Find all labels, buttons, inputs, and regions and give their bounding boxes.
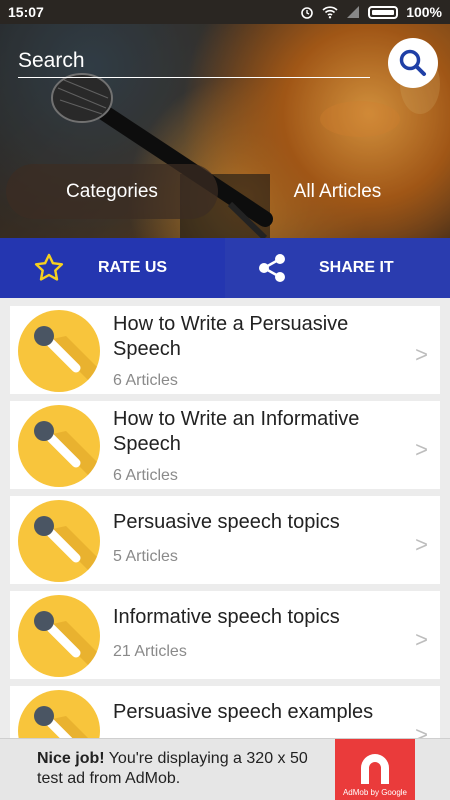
share-it-button[interactable]: SHARE IT [225, 238, 450, 298]
item-count: 6 Articles [113, 467, 178, 484]
share-it-label: SHARE IT [319, 259, 394, 276]
chevron-right-icon: > [415, 627, 428, 652]
list-item[interactable]: Persuasive speech topics 5 Articles > [10, 496, 440, 584]
chevron-right-icon: > [415, 437, 428, 462]
tab-categories[interactable]: Categories [6, 164, 218, 219]
search-icon [399, 49, 426, 76]
category-list: How to Write a Persuasive Speech 6 Artic… [10, 306, 440, 781]
hero-banner: Categories All Articles [0, 24, 450, 238]
action-bar: RATE US SHARE IT [0, 238, 450, 298]
battery-icon [368, 5, 399, 19]
rate-us-button[interactable]: RATE US [0, 238, 225, 298]
ad-headline: Nice job! [37, 750, 105, 767]
microphone-avatar-icon [18, 500, 100, 582]
admob-logo[interactable]: AdMob by Google [335, 739, 415, 800]
search-input[interactable] [18, 44, 370, 78]
ad-banner[interactable]: Nice job! You're displaying a 320 x 50 t… [0, 738, 450, 800]
alarm-icon [301, 7, 313, 19]
item-title: Informative speech topics [113, 606, 340, 628]
list-item[interactable]: How to Write a Persuasive Speech 6 Artic… [10, 306, 440, 394]
chevron-right-icon: > [415, 532, 428, 557]
list-item[interactable]: Informative speech topics 21 Articles > [10, 591, 440, 679]
tab-all-articles[interactable]: All Articles [225, 164, 450, 219]
microphone-avatar-icon [18, 310, 100, 392]
admob-icon [361, 754, 389, 784]
status-time: 15:07 [8, 4, 44, 20]
star-icon [34, 253, 64, 281]
item-count: 5 Articles [113, 548, 178, 565]
tab-categories-label: Categories [66, 180, 158, 202]
item-count: 6 Articles [113, 372, 178, 389]
search-button[interactable] [388, 38, 438, 88]
status-icons: 100% [300, 4, 442, 20]
item-title: Persuasive speech topics [113, 511, 340, 533]
ad-text: Nice job! You're displaying a 320 x 50 t… [37, 749, 337, 789]
item-title: How to Write a Persuasive Speech [113, 313, 349, 360]
admob-logo-label: AdMob by Google [342, 788, 408, 797]
item-title: Persuasive speech examples [113, 701, 374, 723]
status-bar: 15:07 100% [0, 0, 450, 24]
item-count: 21 Articles [113, 643, 187, 660]
share-icon [259, 254, 285, 282]
item-title: How to Write an Informative Speech [113, 408, 360, 455]
chevron-right-icon: > [415, 342, 428, 367]
microphone-avatar-icon [18, 595, 100, 677]
list-item[interactable]: How to Write an Informative Speech 6 Art… [10, 401, 440, 489]
tab-all-articles-label: All Articles [293, 180, 382, 202]
wifi-icon [322, 6, 338, 19]
battery-level: 100% [406, 4, 442, 20]
microphone-avatar-icon [18, 405, 100, 487]
signal-icon [347, 6, 360, 18]
rate-us-label: RATE US [98, 259, 168, 276]
